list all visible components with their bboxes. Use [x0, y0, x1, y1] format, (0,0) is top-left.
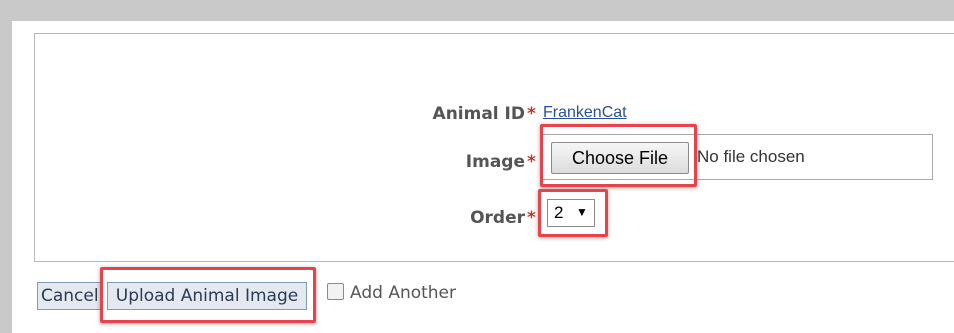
- form-panel: Animal ID * FrankenCat Image * Choose Fi…: [34, 33, 954, 262]
- image-required-mark: *: [527, 152, 536, 172]
- order-selected-value: 2: [554, 203, 564, 222]
- dropdown-arrow-icon: ▼: [576, 205, 588, 219]
- animal-id-required-mark: *: [527, 104, 536, 124]
- add-another-label: Add Another: [350, 283, 457, 303]
- cancel-button[interactable]: Cancel: [37, 282, 101, 310]
- choose-file-button[interactable]: Choose File: [551, 142, 689, 174]
- animal-id-label: Animal ID: [432, 104, 525, 124]
- add-another-checkbox[interactable]: [327, 283, 344, 300]
- upload-animal-image-button[interactable]: Upload Animal Image: [107, 282, 307, 310]
- order-label: Order: [470, 208, 525, 228]
- file-status-text: No file chosen: [697, 147, 805, 166]
- image-file-input[interactable]: Choose File No file chosen: [542, 134, 933, 180]
- form-page: Animal ID * FrankenCat Image * Choose Fi…: [12, 21, 954, 333]
- image-label: Image: [465, 152, 525, 172]
- order-select[interactable]: 2 ▼: [547, 199, 595, 227]
- animal-id-link[interactable]: FrankenCat: [543, 104, 627, 122]
- order-required-mark: *: [527, 208, 536, 228]
